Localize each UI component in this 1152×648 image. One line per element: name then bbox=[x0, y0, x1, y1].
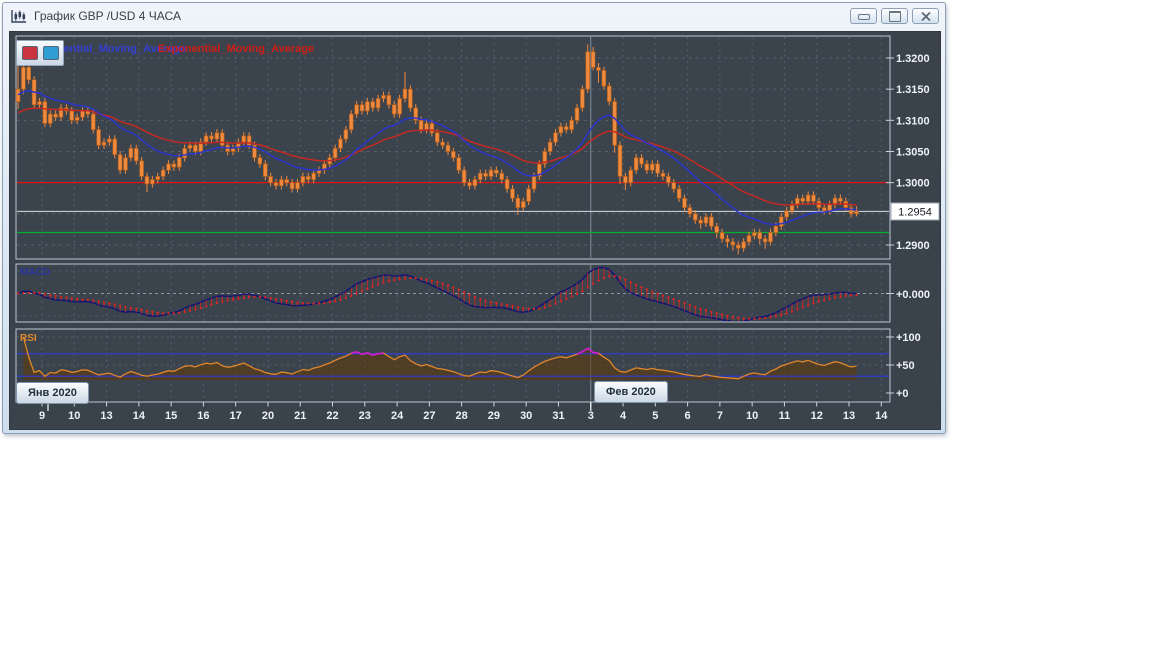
x-axis-label: 30 bbox=[520, 410, 532, 422]
x-axis-label: 10 bbox=[746, 410, 758, 422]
maximize-icon bbox=[888, 10, 901, 22]
x-axis-label: 7 bbox=[717, 410, 723, 422]
rsi-50-label: +50 bbox=[896, 360, 915, 372]
price-axis-label: 1.2900 bbox=[896, 240, 930, 252]
window-title: График GBP /USD 4 ЧАСА bbox=[34, 9, 181, 23]
x-axis-label: 21 bbox=[294, 410, 306, 422]
x-axis-label: 4 bbox=[620, 410, 627, 422]
x-axis-label: 5 bbox=[652, 410, 658, 422]
blue-swatch-button[interactable] bbox=[42, 46, 59, 60]
x-axis-label: 12 bbox=[811, 410, 823, 422]
month-marker-feb[interactable]: Фев 2020 bbox=[594, 381, 668, 403]
rsi-0-label: +0 bbox=[896, 388, 909, 400]
x-axis-label: 31 bbox=[552, 410, 564, 422]
x-axis-label: 29 bbox=[488, 410, 500, 422]
x-axis-label: 14 bbox=[133, 410, 146, 422]
minimize-button[interactable] bbox=[850, 8, 877, 24]
chart-content: 9 10 13 14 15 16 17 20 21 22 23 24 27 28 29 30 31 3 4 5 6 7 10… bbox=[9, 31, 941, 430]
candlestick-chart-icon bbox=[11, 9, 26, 23]
chart-window: График GBP /USD 4 ЧАСА 9 10 13 14 15 16 … bbox=[2, 2, 946, 434]
current-price-label: 1.2954 bbox=[898, 207, 932, 219]
x-axis-label: 20 bbox=[262, 410, 274, 422]
x-axis-label: 13 bbox=[100, 410, 112, 422]
x-axis: 9 10 13 14 15 16 17 20 21 22 23 24 27 28 29 30 31 3 4 5 6 7 10… bbox=[39, 402, 888, 422]
macd-panel-title: MACD bbox=[20, 267, 50, 278]
price-axis-label: 1.3150 bbox=[896, 84, 930, 96]
price-chart[interactable]: 9 10 13 14 15 16 17 20 21 22 23 24 27 28 29 30 31 3 4 5 6 7 10… bbox=[10, 32, 940, 429]
rsi-100-label: +100 bbox=[896, 332, 921, 344]
price-axis-label: 1.3050 bbox=[896, 146, 930, 158]
close-button[interactable] bbox=[912, 8, 939, 24]
window-controls bbox=[850, 8, 939, 24]
minimize-icon bbox=[857, 14, 870, 20]
red-swatch-button[interactable] bbox=[21, 46, 38, 60]
x-axis-label: 27 bbox=[423, 410, 435, 422]
x-axis-label: 11 bbox=[779, 410, 791, 422]
price-axis-label: 1.3000 bbox=[896, 178, 930, 190]
x-axis-label: 15 bbox=[165, 410, 177, 422]
main-chart-panel bbox=[15, 35, 891, 260]
month-marker-jan[interactable]: Янв 2020 bbox=[16, 382, 89, 404]
x-axis-label: 17 bbox=[230, 410, 242, 422]
price-axis-label: 1.3200 bbox=[896, 53, 930, 65]
macd-zero-label: +0.000 bbox=[896, 289, 930, 301]
chart-toolbar bbox=[16, 40, 64, 66]
x-axis-label: 10 bbox=[68, 410, 80, 422]
x-axis-label: 24 bbox=[391, 410, 404, 422]
maximize-button[interactable] bbox=[881, 8, 908, 24]
x-axis-label: 6 bbox=[685, 410, 691, 422]
titlebar: График GBP /USD 4 ЧАСА bbox=[3, 3, 945, 29]
x-axis-label: 23 bbox=[359, 410, 371, 422]
x-axis-label: 9 bbox=[39, 410, 45, 422]
x-axis-label: 14 bbox=[875, 410, 888, 422]
x-axis-label: 13 bbox=[843, 410, 855, 422]
x-axis-label: 22 bbox=[326, 410, 338, 422]
close-icon bbox=[920, 11, 931, 21]
rsi-panel bbox=[15, 328, 891, 403]
rsi-panel-title: RSI bbox=[20, 333, 37, 344]
x-axis-label: 16 bbox=[197, 410, 209, 422]
legend-ema-slow: Exponential_Moving_Average bbox=[158, 43, 315, 55]
x-axis-label: 28 bbox=[456, 410, 468, 422]
x-axis-label: 3 bbox=[588, 410, 594, 422]
price-axis-label: 1.3100 bbox=[896, 115, 930, 127]
